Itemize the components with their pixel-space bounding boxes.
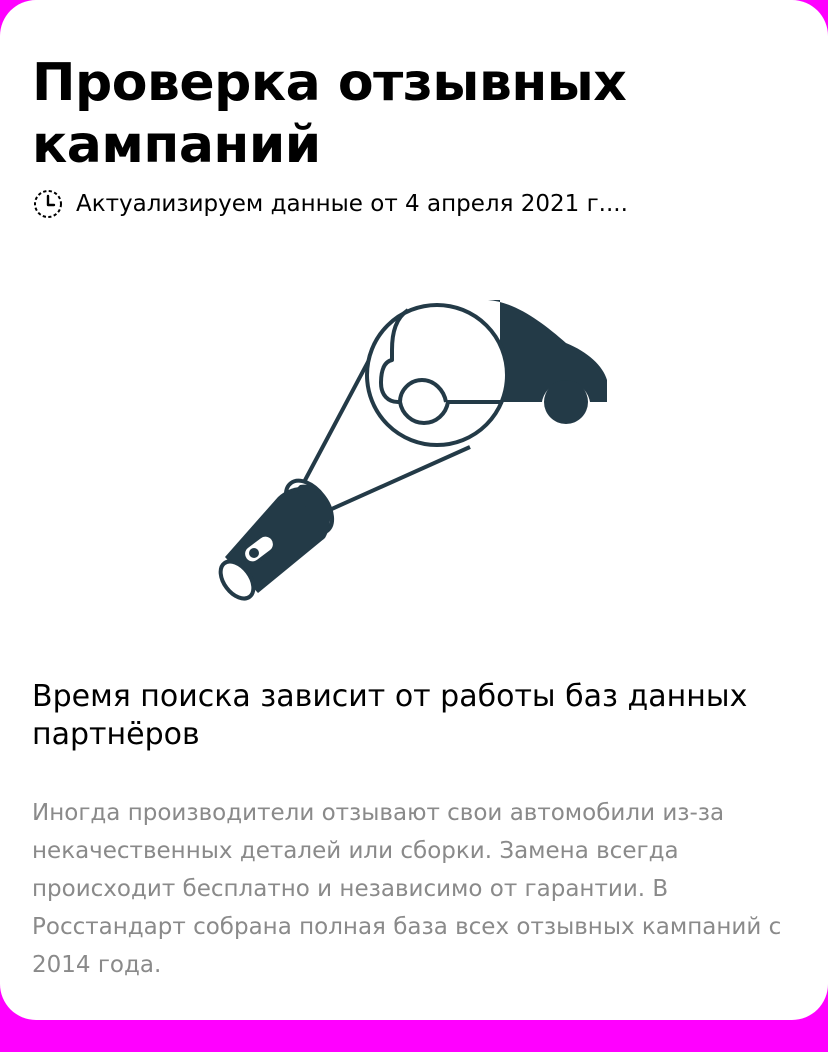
recall-check-card: Проверка отзывных кампаний Актуализируем… (0, 0, 828, 1020)
flashlight-car-icon (218, 300, 607, 601)
clock-icon (32, 188, 64, 220)
update-status: Актуализируем данные от 4 апреля 2021 г.… (32, 186, 628, 222)
search-time-heading: Время поиска зависит от работы баз данны… (32, 679, 748, 752)
flashlight-car-illustration (200, 280, 640, 620)
recall-description: Иногда производители отзывают свои автом… (32, 800, 782, 978)
page-title: Проверка отзывных кампаний (32, 53, 627, 175)
status-text: Актуализируем данные от 4 апреля 2021 г.… (76, 191, 628, 217)
